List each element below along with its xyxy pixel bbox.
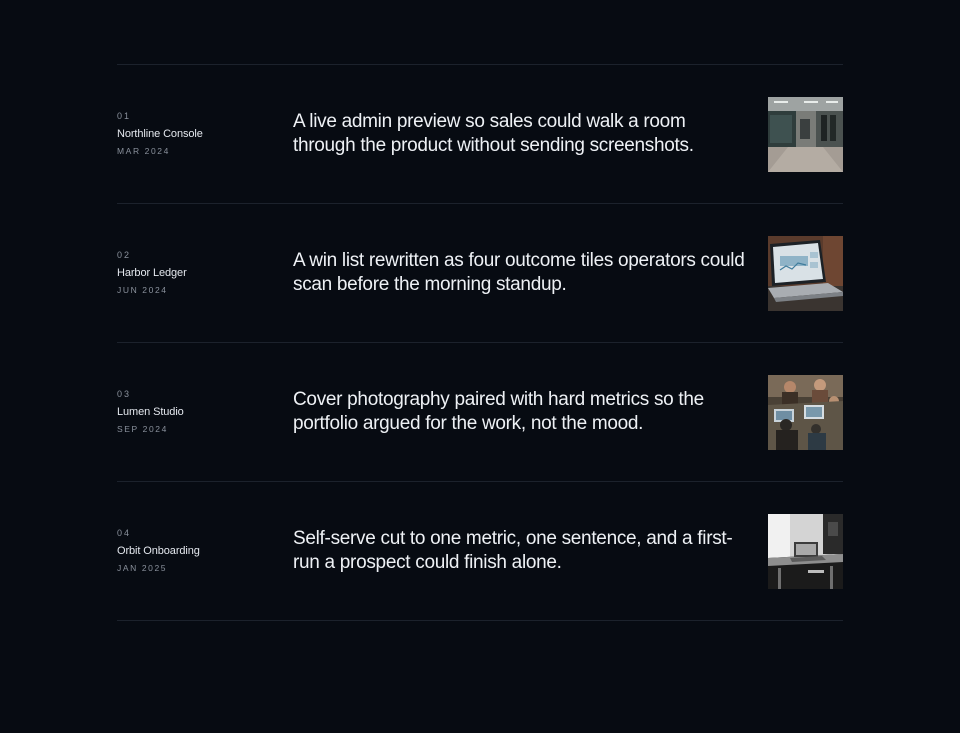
project-meta: 01 Northline Console MAR 2024 bbox=[117, 111, 287, 157]
project-number: 02 bbox=[117, 250, 132, 260]
project-meta: 03 Lumen Studio SEP 2024 bbox=[117, 389, 287, 435]
project-thumbnail[interactable] bbox=[768, 236, 843, 311]
office-corridor-image bbox=[768, 97, 843, 172]
project-number: 01 bbox=[117, 111, 132, 121]
project-name[interactable]: Lumen Studio bbox=[117, 405, 287, 419]
project-date: JUN 2024 bbox=[117, 285, 168, 295]
project-name[interactable]: Orbit Onboarding bbox=[117, 544, 287, 558]
team-meeting-image bbox=[768, 375, 843, 450]
project-row-orbit-onboarding[interactable]: 04 Orbit Onboarding JAN 2025 Self-serve … bbox=[117, 482, 843, 621]
project-number: 04 bbox=[117, 528, 132, 538]
monochrome-workspace-image bbox=[768, 514, 843, 589]
project-summary: Self-serve cut to one metric, one senten… bbox=[293, 528, 733, 573]
project-meta: 02 Harbor Ledger JUN 2024 bbox=[117, 250, 287, 296]
project-summary: A win list rewritten as four outcome til… bbox=[293, 250, 745, 295]
project-list: 01 Northline Console MAR 2024 A live adm… bbox=[117, 64, 843, 621]
project-summary: A live admin preview so sales could walk… bbox=[293, 111, 694, 156]
project-row-lumen-studio[interactable]: 03 Lumen Studio SEP 2024 Cover photograp… bbox=[117, 343, 843, 482]
project-meta: 04 Orbit Onboarding JAN 2025 bbox=[117, 528, 287, 574]
laptop-dashboard-image bbox=[768, 236, 843, 311]
project-date: SEP 2024 bbox=[117, 424, 168, 434]
project-thumbnail[interactable] bbox=[768, 514, 843, 589]
project-thumbnail[interactable] bbox=[768, 375, 843, 450]
project-name[interactable]: Harbor Ledger bbox=[117, 266, 287, 280]
project-name[interactable]: Northline Console bbox=[117, 127, 287, 141]
project-row-northline-console[interactable]: 01 Northline Console MAR 2024 A live adm… bbox=[117, 65, 843, 204]
project-date: JAN 2025 bbox=[117, 563, 168, 573]
project-row-harbor-ledger[interactable]: 02 Harbor Ledger JUN 2024 A win list rew… bbox=[117, 204, 843, 343]
project-date: MAR 2024 bbox=[117, 146, 170, 156]
project-thumbnail[interactable] bbox=[768, 97, 843, 172]
project-summary: Cover photography paired with hard metri… bbox=[293, 389, 704, 434]
project-number: 03 bbox=[117, 389, 132, 399]
